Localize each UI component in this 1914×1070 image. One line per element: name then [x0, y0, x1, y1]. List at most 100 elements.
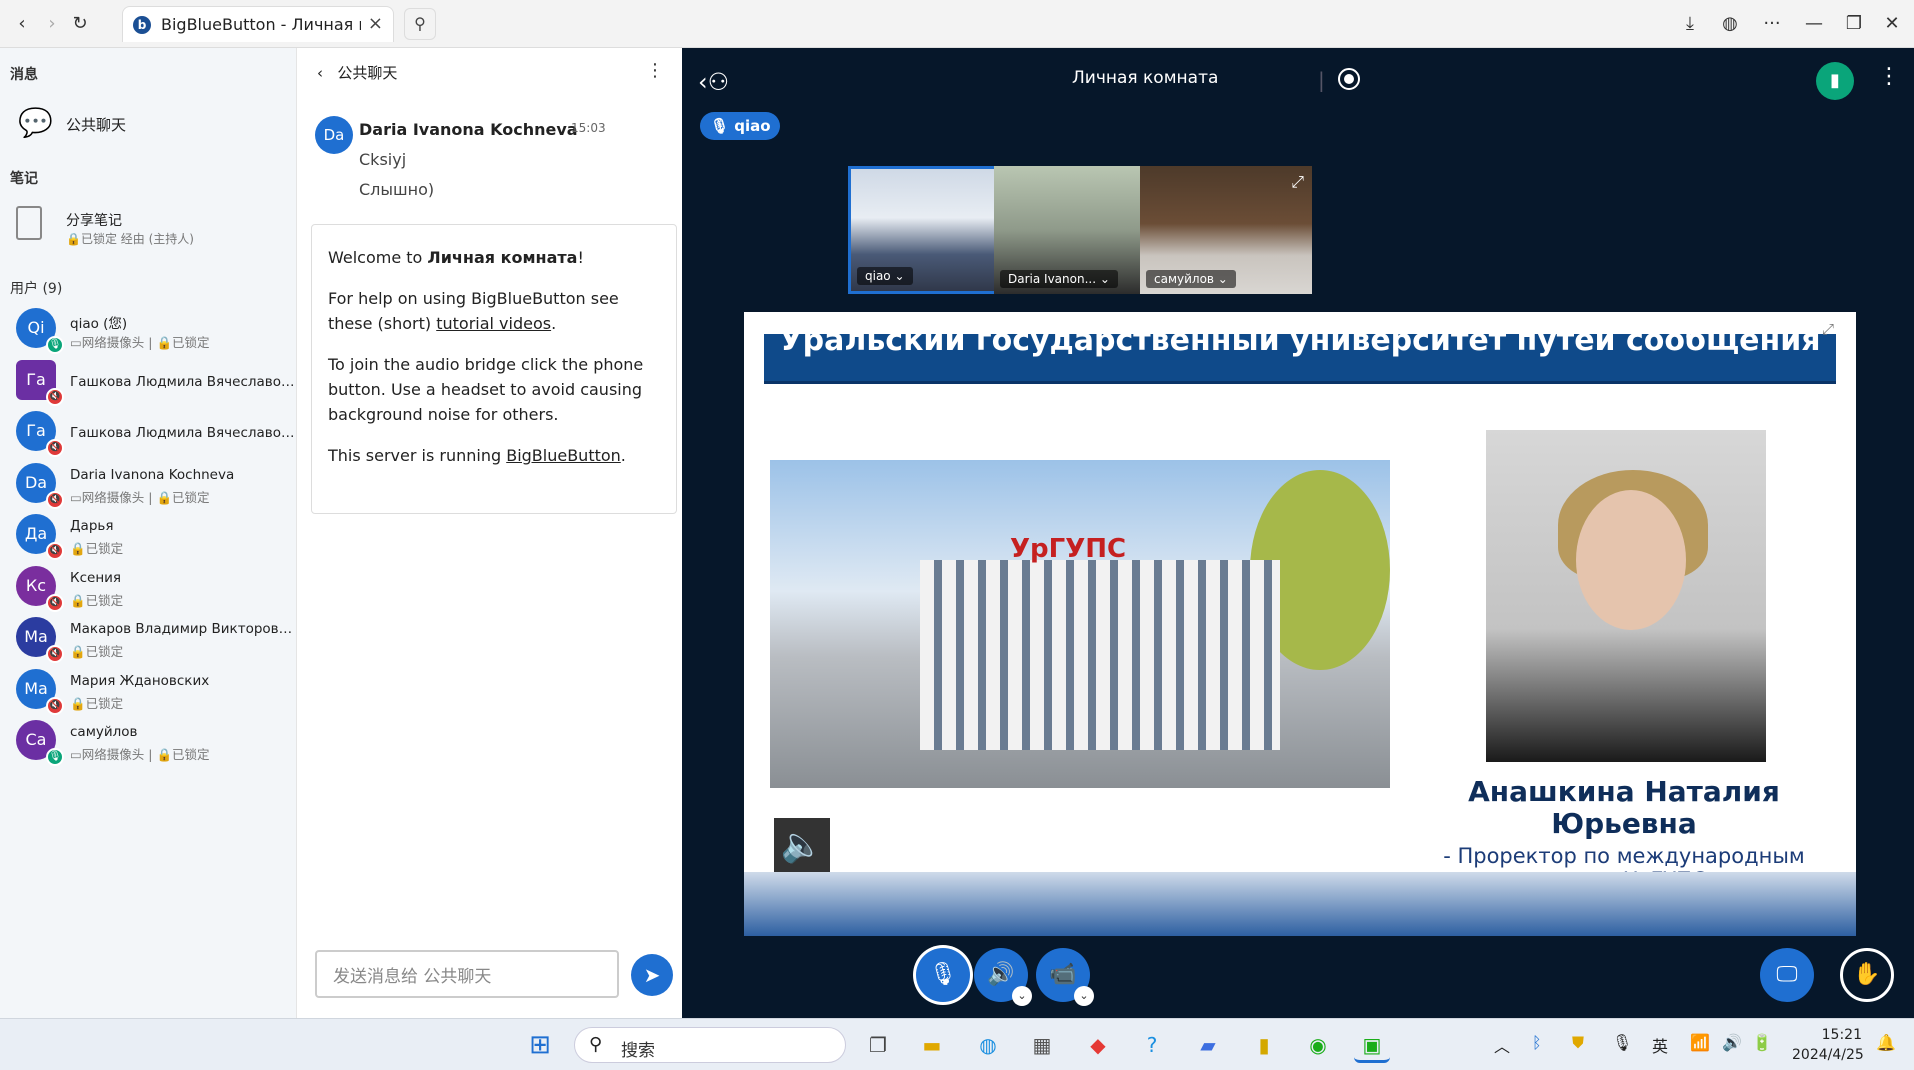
avatar: Da	[315, 116, 353, 154]
taskbar-search[interactable]: ⚲ 搜索	[574, 1027, 846, 1063]
send-message-button[interactable]: ➤	[631, 954, 673, 996]
download-icon[interactable]: ⤓	[1676, 10, 1704, 38]
fullscreen-icon[interactable]: ⤢	[1291, 172, 1304, 192]
shared-notes-item[interactable]: 分享笔记 🔒已锁定 经由 (主持人)	[14, 200, 284, 260]
chevron-down-icon[interactable]: ⌄	[1074, 986, 1094, 1006]
user-list-item[interactable]: Га 🔇 Гашкова Людмила Вячеславовна	[14, 405, 300, 463]
portrait-face	[1576, 490, 1686, 630]
windows-start-icon[interactable]: ⊞	[522, 1027, 558, 1063]
public-chat-item[interactable]: 💬 公共聊天	[14, 104, 284, 144]
mic-tray-icon[interactable]: 🎙	[1612, 1033, 1632, 1052]
presentation-slide: Уральский государственный университет пу…	[744, 312, 1856, 936]
search-icon: ⚲	[589, 1034, 603, 1055]
tray-expand-icon[interactable]: ︿	[1494, 1033, 1510, 1057]
user-status: 🔒已锁定	[70, 695, 124, 711]
chat-header[interactable]: ‹ 公共聊天	[317, 62, 397, 83]
hand-icon: ✋	[1853, 962, 1881, 987]
server-text: .	[620, 446, 626, 465]
welcome-message: Welcome to Личная комната! For help on u…	[311, 224, 677, 514]
wifi-icon[interactable]: 📶	[1690, 1033, 1710, 1052]
speaker-icon[interactable]: 🔈	[774, 818, 830, 872]
file-explorer-icon[interactable]: ▬	[914, 1027, 950, 1063]
mute-button[interactable]: 🎙	[916, 948, 970, 1002]
minimize-icon[interactable]: —	[1800, 10, 1828, 38]
chat-options-icon[interactable]: ⋮	[646, 60, 664, 81]
user-name: Гашкова Людмила Вячеславовна	[70, 373, 300, 390]
video-tile[interactable]: ⤢ самуйлов ⌄	[1140, 166, 1312, 294]
user-list-item[interactable]: Га 🔇 Гашкова Людмила Вячеславовна	[14, 354, 300, 412]
user-status: 🔒已锁定	[70, 541, 124, 556]
audio-status-icon: 🔇	[46, 439, 64, 457]
shared-notes-label: 分享笔记	[66, 213, 122, 229]
app-diamond-icon[interactable]: ◆	[1080, 1027, 1116, 1063]
user-list-item[interactable]: Qi 🎙 qiao (您) ▭网络摄像头 | 🔒已锁定	[14, 302, 296, 360]
store-icon[interactable]: ▦	[1024, 1027, 1060, 1063]
clock-time: 15:21	[1821, 1027, 1862, 1043]
ime-indicator[interactable]: 英	[1652, 1033, 1668, 1057]
notes-icon	[16, 206, 42, 240]
close-tab-icon[interactable]: ×	[368, 13, 383, 34]
video-tile-name[interactable]: самуйлов ⌄	[1146, 270, 1236, 288]
raise-hand-button[interactable]: ✋	[1840, 948, 1894, 1002]
public-chat-label: 公共聊天	[66, 116, 127, 134]
welcome-text: !	[577, 248, 584, 267]
presentation-fullscreen-icon[interactable]: ⤢	[1822, 320, 1834, 338]
reload-icon[interactable]: ↻	[66, 10, 94, 38]
record-icon[interactable]	[1338, 68, 1360, 90]
task-view-icon[interactable]: ❐	[860, 1027, 896, 1063]
back-icon[interactable]: ‹	[8, 10, 36, 38]
bigbluebutton-link[interactable]: BigBlueButton	[506, 446, 621, 465]
user-name: Дарья	[70, 518, 114, 534]
user-list-item[interactable]: Da 🔇 Daria Ivanona Kochneva ▭网络摄像头 | 🔒已锁定	[14, 457, 296, 515]
audio-button[interactable]: 🔊 ⌄	[974, 948, 1032, 1006]
chat-back-icon[interactable]: ‹	[317, 64, 323, 82]
toggle-user-list-icon[interactable]: ‹⚇	[698, 68, 729, 96]
slide-title: Уральский государственный университет пу…	[779, 323, 1821, 358]
notes-header: 笔记	[10, 171, 38, 187]
user-list-item[interactable]: Да 🔇 Дарья 🔒已锁定	[14, 508, 296, 566]
audio-status-icon: 🔇	[46, 696, 64, 715]
microphone-icon: 🎙	[929, 962, 957, 987]
options-menu-icon[interactable]: ⋮	[1878, 64, 1900, 89]
shared-notes-status: 🔒已锁定 经由 (主持人)	[66, 232, 194, 246]
tutorial-videos-link[interactable]: tutorial videos	[436, 314, 551, 333]
audio-bridge-text: To join the audio bridge click the phone…	[328, 355, 644, 424]
chat-message-input[interactable]: 发送消息给 公共聊天	[315, 950, 619, 998]
chevron-down-icon[interactable]: ⌄	[1012, 986, 1032, 1006]
connection-status-icon[interactable]: ▮	[1816, 62, 1854, 100]
user-list-item[interactable]: Ма 🔇 Мария Ждановских 🔒已锁定	[14, 663, 296, 721]
taskbar-clock[interactable]: 15:21 2024/4/25	[1792, 1025, 1864, 1065]
globe-icon[interactable]: ◍	[1716, 10, 1744, 38]
user-list-item[interactable]: Кс 🔇 Ксения 🔒已锁定	[14, 560, 296, 618]
bbb-favicon-icon: b	[133, 16, 151, 34]
more-icon[interactable]: ···	[1758, 10, 1786, 38]
audio-status-icon: 🔇	[46, 490, 64, 509]
battery-icon[interactable]: 🔋	[1752, 1033, 1772, 1052]
close-window-icon[interactable]: ✕	[1878, 10, 1906, 38]
security-icon[interactable]: ⛊	[1572, 1033, 1584, 1053]
bluetooth-icon[interactable]: ᛒ	[1532, 1033, 1542, 1052]
wechat-icon[interactable]: ◉	[1300, 1027, 1336, 1063]
tab-search-icon[interactable]: ⚲	[404, 8, 436, 40]
user-list-item[interactable]: Ма 🔇 Макаров Владимир Викторович... 🔒已锁定	[14, 611, 300, 669]
app-window-icon[interactable]: ▰	[1190, 1027, 1226, 1063]
presentation-button[interactable]: 🖵	[1760, 948, 1814, 1002]
active-app-icon[interactable]: ▣	[1354, 1027, 1390, 1063]
video-tile-name[interactable]: qiao ⌄	[857, 267, 913, 285]
user-list-item[interactable]: Са 🎙 самуйлов ▭网络摄像头 | 🔒已锁定	[14, 714, 296, 772]
slide-footer-image	[744, 872, 1856, 936]
audio-status-icon: 🔇	[46, 593, 64, 612]
camera-button[interactable]: 📹 ⌄	[1036, 948, 1094, 1006]
forward-icon[interactable]: ›	[38, 10, 66, 38]
help-icon[interactable]: ?	[1134, 1027, 1170, 1063]
video-tile-name[interactable]: Daria Ivanon... ⌄	[1000, 270, 1118, 288]
volume-icon[interactable]: 🔊	[1722, 1033, 1742, 1052]
left-sidebar: 消息 💬 公共聊天 笔记 分享笔记 🔒已锁定 经由 (主持人) 用户 (9) Q…	[0, 48, 300, 1018]
notification-icon[interactable]: 🔔	[1876, 1033, 1896, 1052]
messages-header: 消息	[10, 67, 38, 83]
title-divider: |	[1318, 68, 1325, 92]
edge-browser-icon[interactable]: ◍	[970, 1027, 1006, 1063]
browser-tab[interactable]: b BigBlueButton - Личная комната ×	[122, 6, 394, 42]
restore-icon[interactable]: ❐	[1840, 10, 1868, 38]
notes-app-icon[interactable]: ▮	[1246, 1027, 1282, 1063]
